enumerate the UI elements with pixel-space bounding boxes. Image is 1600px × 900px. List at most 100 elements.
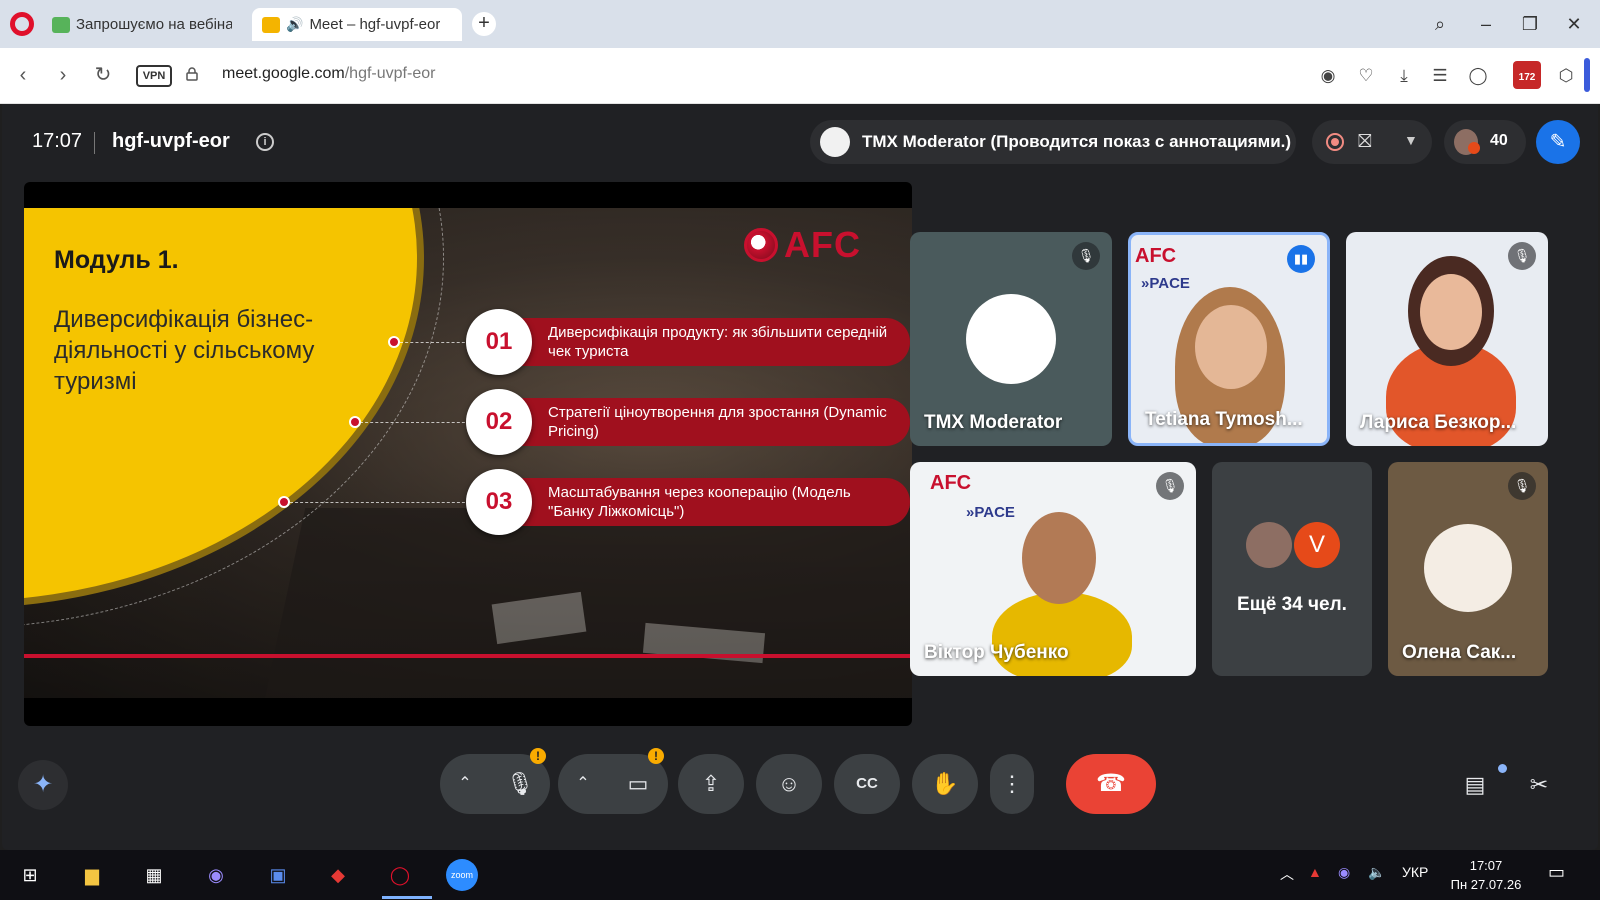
extension-badge[interactable]: 172: [1513, 61, 1541, 89]
participant-name: TMX Moderator: [924, 412, 1063, 433]
viber-icon[interactable]: ◉: [200, 859, 232, 891]
banner-pace-logo: »PACE: [966, 504, 1015, 521]
slide-item: Стратегії ціноутворення для зростання (D…: [466, 389, 910, 455]
extensions-icon[interactable]: ⬡: [1554, 64, 1578, 88]
opera-taskbar-icon[interactable]: ◯: [384, 859, 416, 891]
camera-snapshot-icon[interactable]: ◉: [1316, 64, 1340, 88]
url-host: meet.google.com: [222, 65, 345, 82]
raise-hand-button[interactable]: ✋: [912, 754, 978, 814]
participant-avatar-small: [1468, 142, 1480, 154]
participant-tile[interactable]: AFC »PACE 🎙 Віктор Чубенко: [910, 462, 1196, 676]
clock-time: 17:07: [1469, 858, 1503, 873]
avatar: [966, 294, 1056, 384]
heart-icon[interactable]: ♡: [1354, 64, 1378, 88]
recording-pill[interactable]: ⛝ ▼: [1312, 120, 1432, 164]
participant-name: Олена Сак...: [1402, 642, 1517, 663]
vpn-badge[interactable]: VPN: [136, 65, 172, 87]
meet-favicon-icon: [262, 16, 280, 33]
present-button[interactable]: ⇪: [678, 754, 744, 814]
mic-off-icon: 🎙: [1508, 472, 1536, 500]
system-clock[interactable]: 17:07 Пн 27.07.26: [1446, 856, 1526, 894]
afc-logo-text: AFC: [784, 224, 861, 265]
slide: Модуль 1. Диверсифікація бізнес-діяльнос…: [24, 208, 912, 698]
volume-icon[interactable]: 🔈: [1368, 864, 1385, 881]
download-icon[interactable]: ⤓: [1392, 64, 1416, 88]
hand-icon: ✋: [931, 771, 959, 796]
chat-notification-dot: [1498, 764, 1507, 773]
notifications-icon[interactable]: ▭: [1548, 862, 1565, 883]
easy-setup-icon[interactable]: ☰: [1428, 64, 1452, 88]
reload-icon[interactable]: ↻: [90, 62, 116, 88]
chevron-up-icon[interactable]: ⌃: [558, 754, 608, 814]
calculator-icon[interactable]: ▦: [138, 859, 170, 891]
more-options-button[interactable]: ⋮: [990, 754, 1034, 814]
search-tabs-icon[interactable]: ⌕: [1426, 10, 1454, 38]
chat-icon[interactable]: ▤: [1458, 768, 1492, 802]
windows-start-icon[interactable]: ⊞: [14, 859, 46, 891]
reactions-button[interactable]: ☺: [756, 754, 822, 814]
tray-app-icon[interactable]: ▲: [1308, 864, 1322, 880]
more-participants-tile[interactable]: V Ещё 34 чел.: [1212, 462, 1372, 676]
tab-meet[interactable]: 🔊 Meet – hgf-uvpf-eor: [252, 8, 462, 41]
info-icon[interactable]: i: [256, 133, 274, 151]
foxit-reader-icon[interactable]: ◆: [322, 859, 354, 891]
timeline-dot: [349, 416, 361, 428]
banner-afc-logo: AFC: [930, 472, 972, 494]
mic-off-icon: 🎙: [1072, 242, 1100, 270]
warning-icon: !: [648, 748, 664, 764]
more-vert-icon: ⋮: [1001, 771, 1023, 796]
module-subtitle: Диверсифікація бізнес-діяльності у сільс…: [54, 306, 315, 395]
presenter-status-pill[interactable]: TMX Moderator (Проводится показ с аннота…: [810, 120, 1296, 164]
presentation-area[interactable]: Модуль 1. Диверсифікація бізнес-діяльнос…: [24, 182, 912, 726]
maximize-icon[interactable]: ❐: [1516, 10, 1544, 38]
forward-icon[interactable]: ›: [50, 62, 76, 88]
browser-tab-bar: Запрошуємо на вебінар 🔊 Meet – hgf-uvpf-…: [0, 0, 1600, 48]
slide-item-text: Диверсифікація продукту: як збільшити се…: [510, 318, 910, 366]
leader-line: [290, 502, 470, 503]
speaker-icon[interactable]: 🔊: [286, 16, 303, 33]
mic-control-group: ⌃ 🎙 !: [440, 748, 550, 814]
participant-tile[interactable]: 🎙 Олена Сак...: [1388, 462, 1548, 676]
url-field[interactable]: meet.google.com/hgf-uvpf-eor: [222, 65, 435, 83]
participant-name: Лариса Безкор...: [1360, 412, 1517, 433]
chevron-up-icon[interactable]: ⌃: [440, 754, 490, 814]
slide-item-number: 02: [466, 389, 532, 455]
banner-afc-logo: AFC: [1135, 245, 1177, 267]
divider: [94, 132, 95, 154]
tray-viber-icon[interactable]: ◉: [1338, 864, 1350, 881]
slide-item-text: Стратегії ціноутворення для зростання (D…: [510, 398, 910, 446]
participant-tile[interactable]: AFC »PACE ▮▮ Tetiana Tymosh...: [1128, 232, 1330, 446]
people-button[interactable]: 40: [1444, 120, 1526, 164]
participant-name: Tetiana Tymosh...: [1145, 409, 1303, 430]
avatar: [1424, 524, 1512, 612]
afc-globe-icon: [744, 228, 778, 262]
slide-item-text: Масштабування через кооперацію (Модель "…: [510, 478, 910, 526]
gemini-icon[interactable]: ✦: [18, 760, 68, 810]
participant-tile[interactable]: 🎙 Лариса Безкор...: [1346, 232, 1548, 446]
close-icon[interactable]: ✕: [1560, 10, 1588, 38]
end-call-button[interactable]: ☎: [1066, 754, 1156, 814]
activities-icon[interactable]: ✂: [1522, 768, 1556, 802]
minimize-icon[interactable]: –: [1472, 10, 1500, 38]
back-icon[interactable]: ‹: [10, 62, 36, 88]
slide-item-number: 01: [466, 309, 532, 375]
new-tab-button[interactable]: +: [472, 12, 496, 36]
address-bar: ‹ › ↻ VPN meet.google.com/hgf-uvpf-eor ◉…: [0, 48, 1600, 104]
lock-icon[interactable]: [186, 67, 198, 81]
mic-off-icon: 🎙: [1508, 242, 1536, 270]
save-app-icon[interactable]: ▣: [262, 859, 294, 891]
participant-face: [1022, 512, 1096, 604]
participant-tile[interactable]: 🎙 TMX Moderator: [910, 232, 1112, 446]
file-explorer-icon[interactable]: ▆: [76, 859, 108, 891]
zoom-icon[interactable]: zoom: [446, 859, 478, 891]
annotate-pen-icon[interactable]: ✎: [1536, 120, 1580, 164]
keyboard-language[interactable]: УКР: [1402, 864, 1428, 880]
tab-webinar[interactable]: Запрошуємо на вебінар: [42, 8, 242, 41]
tray-chevron-icon[interactable]: ︿: [1280, 864, 1294, 884]
clock-date: Пн 27.07.26: [1450, 877, 1522, 892]
presenter-status-text: TMX Moderator (Проводится показ с аннота…: [862, 132, 1292, 151]
profile-icon[interactable]: ◯: [1466, 64, 1490, 88]
opera-logo[interactable]: [10, 12, 34, 36]
captions-button[interactable]: CC: [834, 754, 900, 814]
present-screen-icon: ⇪: [701, 771, 721, 796]
